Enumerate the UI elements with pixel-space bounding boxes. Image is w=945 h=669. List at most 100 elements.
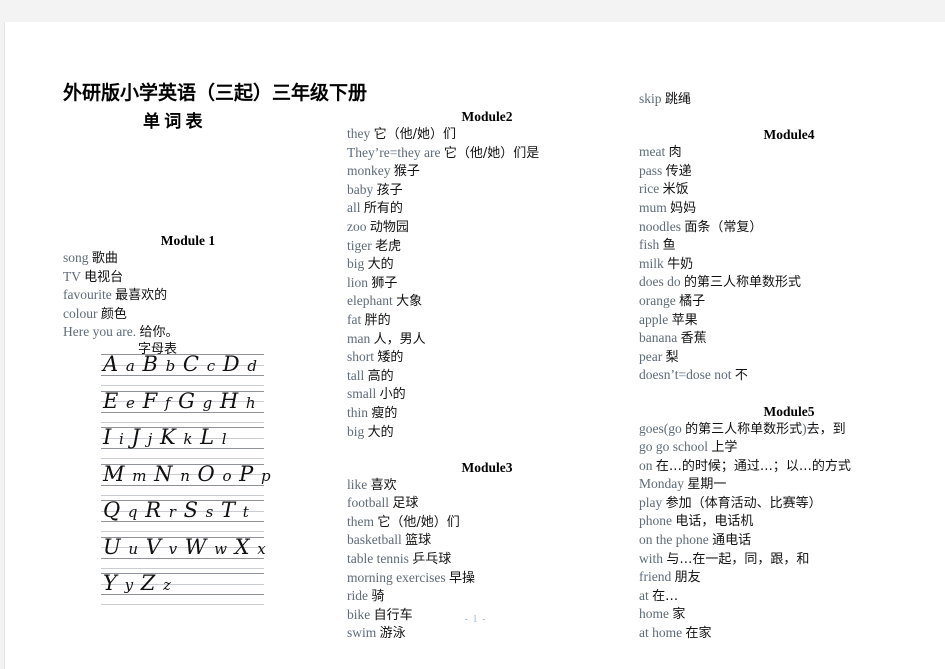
alphabet-letters: Q q R r S s T t [103, 498, 250, 522]
word-chinese: 篮球 [405, 533, 432, 549]
word-english: milk [639, 255, 664, 271]
alphabet-row: Y y Z z [101, 570, 264, 607]
word-english: at home [639, 625, 683, 641]
word-english: basketball [347, 532, 402, 548]
word-chinese: 小的 [379, 387, 406, 403]
word-chinese: 不 [734, 368, 748, 384]
word-english: song [63, 250, 89, 265]
word-entry: zoo 动物园 [347, 218, 627, 237]
word-entry: short 矮的 [347, 348, 627, 367]
word-english: big [347, 256, 365, 272]
word-entry: them 它（他/她）们 [347, 513, 627, 532]
word-english: pear [639, 348, 663, 364]
word-english: tiger [347, 237, 372, 253]
word-entry: table tennis 乒乓球 [347, 550, 627, 569]
word-chinese: 孩子 [376, 182, 403, 198]
word-entry: song 歌曲 [63, 249, 313, 268]
word-chinese: 跳绳 [664, 92, 691, 107]
word-english: with [639, 550, 664, 566]
word-entry: fish 鱼 [639, 236, 939, 255]
word-entry: pass 传递 [639, 162, 939, 181]
word-english: man [347, 330, 371, 346]
word-column-3: skip 跳绳 Module4 meat 肉 pass 传递 rice 米饭 mum 妈妈… [639, 90, 939, 643]
word-english: baby [347, 181, 374, 197]
alphabet-letters: U u V v W w X x [103, 534, 267, 559]
module-heading: Module5 [763, 403, 815, 419]
word-entry: tiger 老虎 [347, 237, 627, 256]
word-chinese: 胖的 [364, 312, 391, 328]
word-chinese: 它（他/她）们 [377, 514, 460, 530]
word-entry: orange 橘子 [639, 292, 939, 311]
alphabet-row: M m N n O o P p [101, 461, 271, 498]
word-english: all [347, 200, 361, 216]
word-english: does do [639, 274, 681, 290]
word-entry: rice 米饭 [639, 180, 939, 199]
word-chinese: 大的 [367, 424, 394, 440]
word-entry: banana 香蕉 [639, 329, 939, 348]
word-chinese: 苹果 [671, 312, 698, 328]
word-chinese: 猴子 [393, 164, 420, 180]
word-english: favourite [63, 287, 112, 303]
word-chinese: 高的 [367, 368, 394, 384]
word-chinese: 在…的时候；通过…；以…的方式 [655, 458, 851, 474]
word-chinese: 瘦的 [371, 405, 398, 421]
word-chinese: 它（他/她）们 [373, 127, 457, 142]
word-entry: small 小的 [347, 385, 627, 404]
word-entry: milk 牛奶 [639, 255, 939, 274]
word-english: colour [63, 305, 98, 321]
word-chinese: 在… [652, 588, 679, 604]
word-entry: They’re=they are 它（他/她）们是 [347, 144, 627, 163]
word-chinese: 香蕉 [680, 331, 707, 347]
word-chinese: 上学 [711, 440, 738, 456]
word-chinese: 与…在一起，同，跟，和 [666, 551, 810, 567]
word-english: elephant [347, 293, 393, 309]
word-english: swim [347, 625, 377, 641]
word-chinese: 矮的 [377, 350, 404, 366]
word-english: friend [639, 569, 672, 585]
word-english: Here you are. [63, 324, 137, 340]
word-chinese: 的第三人称单数形式 [685, 421, 803, 437]
word-chinese: 肉 [668, 145, 682, 161]
word-entry: ride 骑 [347, 587, 627, 606]
word-chinese: 橘子 [679, 293, 706, 309]
document-page: 外研版小学英语（三起）三年级下册 单 词 表 Module 1 song 歌曲 TV… [4, 22, 945, 669]
word-entry: Monday 星期一 [639, 475, 939, 494]
word-english: doesn’t=dose not [639, 367, 732, 383]
word-english: lion [347, 274, 369, 290]
word-chinese: 面条（常复） [684, 219, 763, 235]
alphabet-row: E e F f G g H h [101, 388, 264, 425]
word-entry: TV 电视台 [63, 268, 313, 287]
handwriting-rule-line [101, 604, 264, 605]
word-chinese: 歌曲 [91, 251, 118, 266]
word-english: pass [639, 162, 663, 178]
word-chinese: 通电话 [712, 533, 752, 549]
word-english: Monday [639, 476, 684, 492]
word-chinese: 牛奶 [667, 256, 694, 272]
word-entry: does do 的第三人称单数形式 [639, 273, 939, 292]
word-english: football [347, 495, 389, 511]
alphabet-letters: I i J j K k L l [103, 425, 228, 449]
word-chinese: 喜欢 [370, 477, 397, 493]
word-chinese: 所有的 [363, 201, 403, 217]
word-english: on the phone [639, 532, 709, 548]
word-entry: skip 跳绳 [639, 90, 939, 109]
word-entry: goes(go 的第三人称单数形式)去，到 [639, 420, 939, 439]
word-english: big [347, 423, 365, 439]
word-english: phone [639, 513, 672, 529]
word-english: zoo [347, 218, 367, 234]
word-entry: with 与…在一起，同，跟，和 [639, 550, 939, 569]
word-entry: lion 狮子 [347, 274, 627, 293]
word-entry: elephant 大象 [347, 292, 627, 311]
alphabet-chart-image: A a B b C c D d E e F f G g H h I i J j K … [101, 351, 271, 609]
word-entry: Here you are. 给你。 [63, 323, 313, 342]
word-english: thin [347, 404, 369, 420]
word-english: fish [639, 237, 660, 253]
word-column-1: Module 1 song 歌曲 TV 电视台 favourite 最喜欢的 colou… [63, 232, 313, 342]
alphabet-row: I i J j K k L l [101, 424, 264, 461]
word-english: meat [639, 144, 666, 160]
word-chinese: 动物园 [369, 219, 409, 235]
word-chinese: 大象 [396, 294, 423, 310]
word-chinese: 妈妈 [670, 200, 697, 216]
